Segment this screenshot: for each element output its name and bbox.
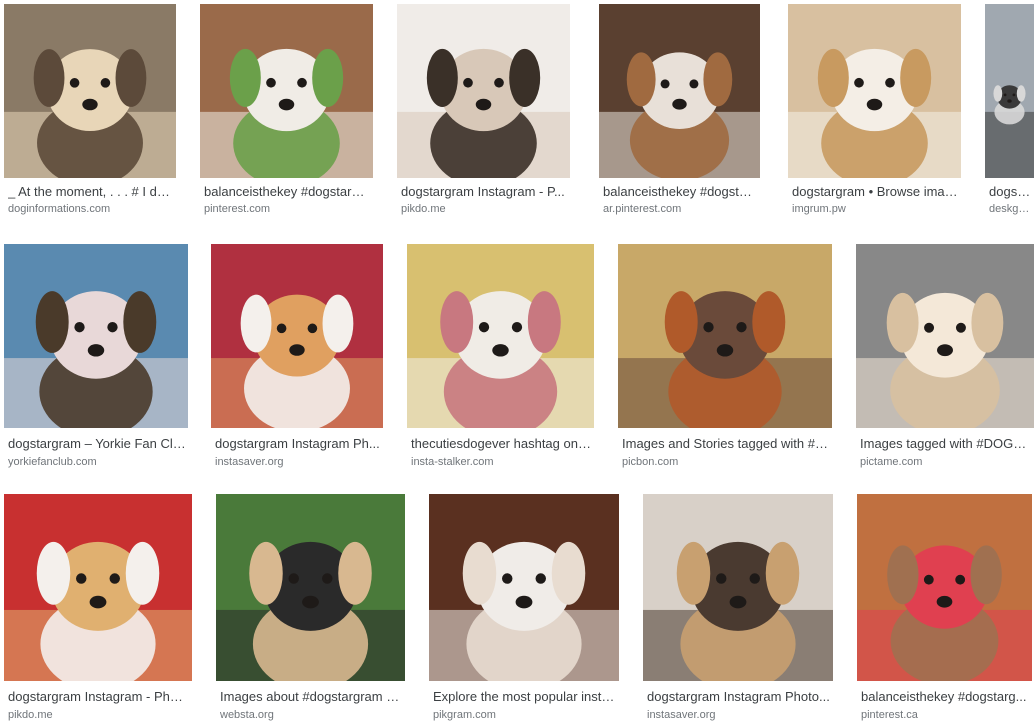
result-title-link[interactable]: Images tagged with #DOGS... [860,436,1032,452]
puppy-with-bowl-image[interactable] [788,4,961,178]
image-result-card[interactable]: Images and Stories tagged with #d... picb… [618,244,832,471]
result-source-site: pikgram.com [433,709,496,721]
result-title-link[interactable]: balanceisthekey #dogstargr... [204,184,371,200]
result-title-link[interactable]: dogstarg... [989,184,1032,200]
result-title-link[interactable]: dogstargram Instagram - Phot... [8,689,190,705]
beagle-with-duck-toy-image[interactable] [200,4,373,178]
result-source-site: instasaver.org [647,709,716,721]
image-result-card[interactable]: dogstargram Instagram Photo... instasaver… [643,494,833,724]
result-source-site: pikdo.me [8,709,53,721]
result-title-link[interactable]: dogstargram Instagram Ph... [215,436,381,452]
two-dogs-sitting-image[interactable] [618,244,832,428]
yorkie-on-chair-image[interactable] [4,244,188,428]
result-source-site: pictame.com [860,456,923,468]
result-title-link[interactable]: thecutiesdogever hashtag on I... [411,436,592,452]
white-puppies-collage-image[interactable] [407,244,594,428]
beagle-with-toy-image[interactable] [857,494,1032,681]
shih-tzu-image[interactable] [397,4,570,178]
image-result-card[interactable]: Explore the most popular insta... pikgram… [429,494,619,724]
golden-puppy-santa-hat-image[interactable] [4,494,192,681]
result-source-site: yorkiefanclub.com [8,456,97,468]
result-source-site: insta-stalker.com [411,456,494,468]
pug-in-basket-image[interactable] [4,4,176,178]
result-source-site: imgrum.pw [792,203,846,215]
dog-partial-image[interactable] [985,4,1034,178]
image-result-card[interactable]: Images about #dogstargram o... websta.org [216,494,405,724]
result-title-link[interactable]: dogstargram • Browse imag... [792,184,959,200]
image-result-card[interactable]: balanceisthekey #dogstargr... pinterest.c… [200,4,373,218]
result-title-link[interactable]: Images and Stories tagged with #d... [622,436,830,452]
yorkie-standing-image[interactable] [643,494,833,681]
image-result-card[interactable]: balanceisthekey #dogstarg... pinterest.ca [857,494,1032,724]
result-title-link[interactable]: balanceisthekey #dogstarg... [603,184,758,200]
result-source-site: picbon.com [622,456,679,468]
five-labradors-image[interactable] [216,494,405,681]
result-source-site: deskgram [989,203,1032,215]
result-title-link[interactable]: balanceisthekey #dogstarg... [861,689,1030,705]
result-source-site: pinterest.com [204,203,271,215]
result-source-site: pinterest.ca [861,709,918,721]
fluffy-dog-sofa-image[interactable] [856,244,1034,428]
image-result-card[interactable]: Images tagged with #DOGS... pictame.com [856,244,1034,471]
sleeping-beagles-image[interactable] [599,4,760,178]
result-source-site: doginformations.com [8,203,111,215]
image-result-card[interactable]: thecutiesdogever hashtag on I... insta-st… [407,244,594,471]
image-result-card[interactable]: _ At the moment, . . . # I dw... doginfor… [4,4,176,218]
result-title-link[interactable]: Explore the most popular insta... [433,689,617,705]
result-source-site: instasaver.org [215,456,284,468]
image-result-card[interactable]: dogstargram – Yorkie Fan Club yorkiefancl… [4,244,188,471]
image-result-card[interactable]: dogstargram Instagram - Phot... pikdo.me [4,494,192,724]
result-title-link[interactable]: Images about #dogstargram o... [220,689,403,705]
image-result-card[interactable]: dogstargram Instagram Ph... instasaver.or… [211,244,383,471]
result-title-link[interactable]: _ At the moment, . . . # I dw... [8,184,174,200]
corgi-lying-image[interactable] [211,244,383,428]
brown-dog-closeup-image[interactable] [429,494,619,681]
result-title-link[interactable]: dogstargram Instagram Photo... [647,689,831,705]
image-result-card[interactable]: dogstargram Instagram - P... pikdo.me [397,4,570,218]
image-result-card[interactable]: dogstarg... deskgram [985,4,1034,218]
result-source-site: websta.org [220,709,274,721]
image-result-card[interactable]: dogstargram • Browse imag... imgrum.pw [788,4,961,218]
result-title-link[interactable]: dogstargram Instagram - P... [401,184,568,200]
result-source-site: ar.pinterest.com [603,203,682,215]
result-source-site: pikdo.me [401,203,446,215]
image-result-card[interactable]: balanceisthekey #dogstarg... ar.pinterest… [599,4,760,218]
result-title-link[interactable]: dogstargram – Yorkie Fan Club [8,436,186,452]
